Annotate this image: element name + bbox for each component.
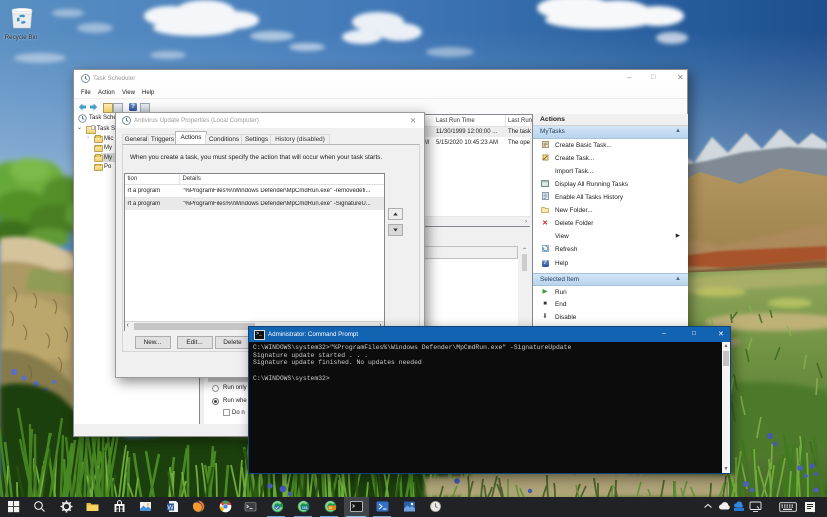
svg-text:W: W bbox=[167, 504, 174, 511]
svg-text:XML: XML bbox=[302, 506, 309, 510]
